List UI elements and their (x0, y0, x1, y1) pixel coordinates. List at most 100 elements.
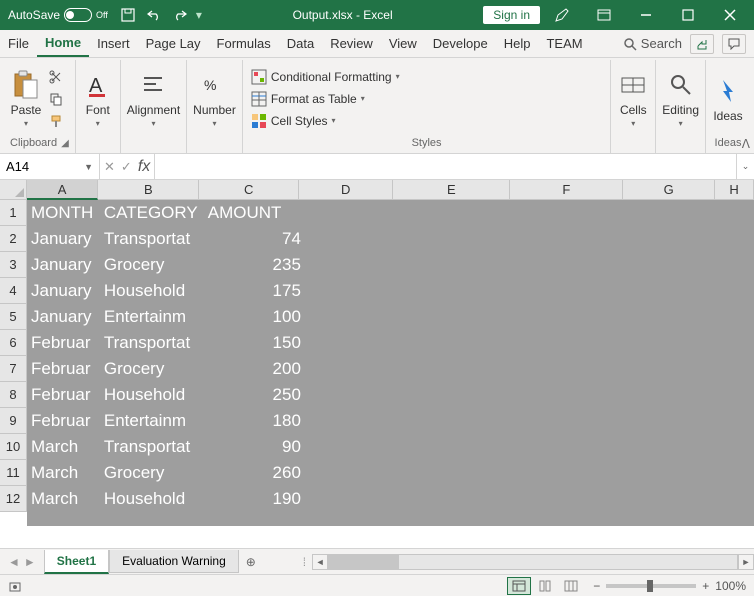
cell[interactable]: Transportat (100, 330, 204, 356)
clipboard-launcher-icon[interactable]: ◢ (61, 138, 69, 149)
sheet-tab-active[interactable]: Sheet1 (44, 550, 109, 574)
comments-icon[interactable] (722, 34, 746, 54)
record-macro-icon[interactable] (8, 579, 22, 593)
cell[interactable]: 74 (204, 226, 305, 252)
share-icon[interactable] (690, 34, 714, 54)
cell[interactable]: 150 (204, 330, 305, 356)
cell-styles-button[interactable]: Cell Styles▾ (249, 111, 402, 131)
number-button[interactable]: % Number ▾ (193, 69, 236, 128)
cell[interactable]: 190 (204, 486, 305, 512)
cut-icon[interactable] (46, 67, 66, 87)
signin-button[interactable]: Sign in (483, 6, 540, 24)
tab-developer[interactable]: Develope (425, 30, 496, 57)
hscroll-thumb[interactable] (329, 555, 399, 569)
column-header[interactable]: F (510, 180, 623, 200)
normal-view-icon[interactable] (507, 577, 531, 595)
row-header[interactable]: 11 (0, 460, 27, 486)
sheet-prev-icon[interactable]: ◄ (8, 555, 20, 569)
ideas-button[interactable]: Ideas (712, 75, 744, 123)
copy-icon[interactable] (46, 89, 66, 109)
cell[interactable]: MONTH (27, 200, 100, 226)
undo-icon[interactable] (144, 5, 164, 25)
cell[interactable]: Household (100, 278, 204, 304)
maximize-icon[interactable] (668, 0, 708, 30)
expand-formula-icon[interactable]: ⌄ (736, 154, 754, 179)
tab-home[interactable]: Home (37, 30, 89, 57)
zoom-level[interactable]: 100% (715, 579, 746, 593)
collapse-ribbon-icon[interactable]: ᐱ (742, 137, 750, 151)
tab-team[interactable]: TEAM (538, 30, 590, 57)
sheet-next-icon[interactable]: ► (24, 555, 36, 569)
cell[interactable]: January (27, 278, 100, 304)
tab-formulas[interactable]: Formulas (209, 30, 279, 57)
editing-button[interactable]: Editing ▾ (662, 69, 699, 128)
cells-area[interactable]: MONTHCATEGORYAMOUNTJanuaryTransportat74J… (27, 200, 754, 548)
formula-input[interactable] (155, 154, 736, 179)
cell[interactable]: Entertainm (100, 304, 204, 330)
cell[interactable]: March (27, 460, 100, 486)
cell[interactable]: Transportat (100, 226, 204, 252)
cell[interactable]: Household (100, 486, 204, 512)
column-header[interactable]: D (299, 180, 394, 200)
tab-view[interactable]: View (381, 30, 425, 57)
cell[interactable]: Februar (27, 356, 100, 382)
draw-mode-icon[interactable] (542, 0, 582, 30)
cell[interactable]: Februar (27, 382, 100, 408)
column-header[interactable]: G (623, 180, 715, 200)
cell[interactable]: 260 (204, 460, 305, 486)
cell[interactable]: 200 (204, 356, 305, 382)
cell[interactable]: March (27, 486, 100, 512)
cancel-formula-icon[interactable]: ✕ (104, 159, 115, 175)
column-header[interactable]: C (199, 180, 298, 200)
column-header[interactable]: A (27, 180, 98, 200)
column-header[interactable]: E (393, 180, 510, 200)
ribbon-options-icon[interactable] (584, 0, 624, 30)
row-header[interactable]: 9 (0, 408, 27, 434)
cell[interactable]: 235 (204, 252, 305, 278)
row-header[interactable]: 2 (0, 226, 27, 252)
row-header[interactable]: 5 (0, 304, 27, 330)
cell[interactable]: Household (100, 382, 204, 408)
tab-file[interactable]: File (0, 30, 37, 57)
alignment-button[interactable]: Alignment ▾ (127, 69, 180, 128)
autosave-toggle[interactable]: AutoSave Off (4, 8, 112, 22)
close-icon[interactable] (710, 0, 750, 30)
page-break-view-icon[interactable] (559, 577, 583, 595)
cell[interactable]: 250 (204, 382, 305, 408)
cell[interactable]: CATEGORY (100, 200, 204, 226)
fx-icon[interactable]: fx (138, 158, 150, 176)
hscroll-track[interactable] (328, 554, 738, 570)
hscroll-right-icon[interactable]: ► (738, 554, 754, 570)
cell[interactable]: Grocery (100, 252, 204, 278)
chevron-down-icon[interactable]: ▼ (84, 162, 93, 172)
spreadsheet-grid[interactable]: ABCDEFGH 123456789101112 MONTHCATEGORYAM… (0, 180, 754, 548)
hscroll-left-icon[interactable]: ◄ (312, 554, 328, 570)
minimize-icon[interactable] (626, 0, 666, 30)
row-header[interactable]: 4 (0, 278, 27, 304)
paste-button[interactable]: Paste ▾ (10, 69, 42, 128)
cell[interactable]: Februar (27, 408, 100, 434)
font-button[interactable]: A Font ▾ (82, 69, 114, 128)
cell[interactable]: AMOUNT (204, 200, 305, 226)
cell[interactable]: Transportat (100, 434, 204, 460)
row-header[interactable]: 1 (0, 200, 27, 226)
cell[interactable]: 175 (204, 278, 305, 304)
tab-help[interactable]: Help (496, 30, 539, 57)
tab-insert[interactable]: Insert (89, 30, 138, 57)
redo-icon[interactable] (170, 5, 190, 25)
row-header[interactable]: 7 (0, 356, 27, 382)
cells-button[interactable]: Cells ▾ (617, 69, 649, 128)
zoom-in-icon[interactable]: + (702, 579, 709, 593)
row-header[interactable]: 10 (0, 434, 27, 460)
zoom-slider[interactable] (606, 584, 696, 588)
tab-review[interactable]: Review (322, 30, 381, 57)
cell[interactable]: Februar (27, 330, 100, 356)
cell[interactable]: Grocery (100, 356, 204, 382)
cell[interactable]: 90 (204, 434, 305, 460)
search-button[interactable]: Search (623, 36, 682, 51)
zoom-out-icon[interactable]: − (593, 579, 600, 593)
format-painter-icon[interactable] (46, 111, 66, 131)
page-layout-view-icon[interactable] (533, 577, 557, 595)
column-header[interactable]: H (715, 180, 754, 200)
row-header[interactable]: 6 (0, 330, 27, 356)
